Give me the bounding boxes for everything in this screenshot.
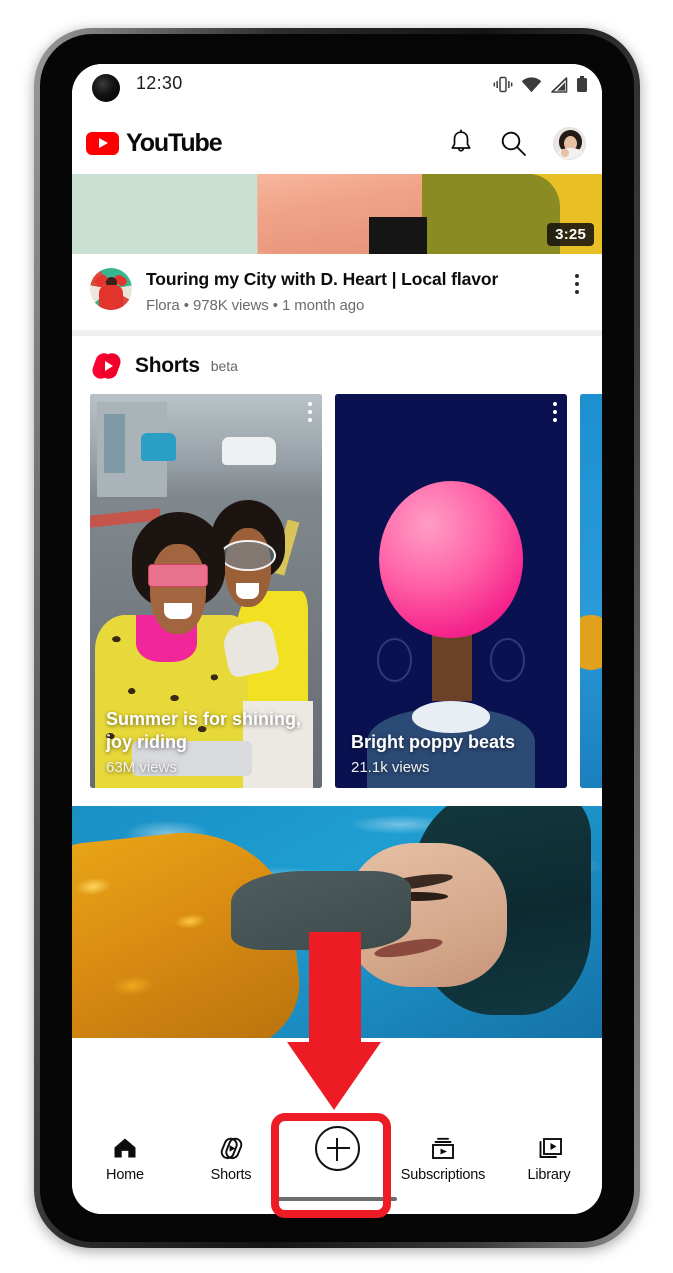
shorts-view-count: 63M views — [106, 759, 177, 777]
youtube-wordmark: YouTube — [126, 128, 223, 157]
video-meta-1: Touring my City with D. Heart | Local fl… — [72, 254, 602, 331]
vibrate-icon — [493, 76, 513, 93]
home-gesture-indicator — [277, 1197, 397, 1201]
kebab-menu-icon[interactable] — [553, 402, 557, 423]
kebab-dot — [575, 290, 579, 294]
video-metadata-line: Flora • 978K views • 1 month ago — [146, 297, 365, 315]
shorts-beta-badge: beta — [210, 358, 238, 375]
video-duration-badge: 3:25 — [547, 223, 594, 246]
nav-item-shorts[interactable]: Shorts — [178, 1134, 284, 1183]
video-title: Touring my City with D. Heart | Local fl… — [146, 269, 499, 289]
shorts-card[interactable]: Bright poppy beats 21.1k views — [335, 394, 567, 789]
shorts-card[interactable]: Summer is for shining, joy riding 63M vi… — [90, 394, 322, 789]
home-icon — [112, 1134, 138, 1162]
nav-label-home: Home — [106, 1167, 144, 1183]
shorts-logo-icon — [90, 350, 124, 382]
youtube-logo[interactable]: YouTube — [86, 128, 223, 158]
channel-avatar-body — [99, 285, 123, 310]
status-bar: 12:30 — [72, 64, 602, 112]
shorts-thumbnail-3 — [580, 394, 602, 789]
nav-label-subscriptions: Subscriptions — [400, 1167, 486, 1183]
avatar-hand — [561, 148, 569, 157]
kebab-menu-icon[interactable] — [566, 268, 588, 314]
status-bar-icons — [493, 76, 588, 93]
front-camera-punch-hole — [92, 74, 120, 102]
status-bar-time: 12:30 — [136, 73, 183, 93]
header-actions — [448, 126, 586, 160]
shorts-caption: Summer is for shining, joy riding — [106, 709, 302, 753]
kebab-menu-icon[interactable] — [308, 402, 312, 423]
wifi-icon — [521, 76, 542, 92]
shorts-thumbnail-2 — [335, 394, 567, 789]
nav-item-home[interactable]: Home — [72, 1134, 178, 1183]
youtube-play-icon — [86, 131, 119, 155]
nav-label-shorts: Shorts — [210, 1167, 252, 1183]
phone-frame: 12:30 YouTube 3:25 Touring my City with … — [34, 28, 640, 1248]
battery-icon — [577, 76, 587, 92]
shorts-carousel[interactable]: Summer is for shining, joy riding 63M vi… — [72, 394, 602, 807]
shorts-icon — [218, 1134, 245, 1162]
kebab-dot — [575, 282, 579, 286]
app-header: YouTube — [72, 112, 602, 174]
nav-item-subscriptions[interactable]: Subscriptions — [390, 1134, 496, 1183]
video-thumbnail-2[interactable] — [72, 806, 602, 1039]
shorts-shelf-header[interactable]: Shorts beta — [72, 336, 602, 395]
thumb2-arm — [231, 871, 412, 950]
nav-item-library[interactable]: Library — [496, 1134, 602, 1183]
search-icon[interactable] — [500, 130, 527, 157]
account-avatar[interactable] — [553, 126, 586, 160]
channel-avatar[interactable] — [90, 268, 132, 310]
library-icon — [536, 1134, 563, 1162]
phone-screen: 12:30 YouTube 3:25 Touring my City with … — [72, 64, 602, 1214]
shorts-shelf-title: Shorts — [135, 354, 200, 378]
video-thumbnail-1[interactable]: 3:25 — [72, 174, 602, 254]
shorts-caption: Bright poppy beats — [351, 732, 516, 753]
cellular-signal-icon — [551, 76, 568, 93]
bottom-navigation-bar: Home Shorts Subscriptions Library — [72, 1122, 602, 1214]
kebab-dot — [575, 274, 579, 278]
notifications-bell-icon[interactable] — [448, 129, 474, 157]
subscriptions-icon — [429, 1134, 457, 1162]
nav-label-library: Library — [527, 1167, 571, 1183]
shorts-card[interactable] — [580, 394, 602, 789]
video-text-column[interactable]: Touring my City with D. Heart | Local fl… — [132, 268, 566, 314]
thumb1-pants — [368, 217, 428, 254]
create-plus-icon[interactable] — [314, 1125, 360, 1171]
shorts-view-count: 21.1k views — [351, 759, 430, 777]
nav-item-create[interactable] — [284, 1125, 390, 1171]
